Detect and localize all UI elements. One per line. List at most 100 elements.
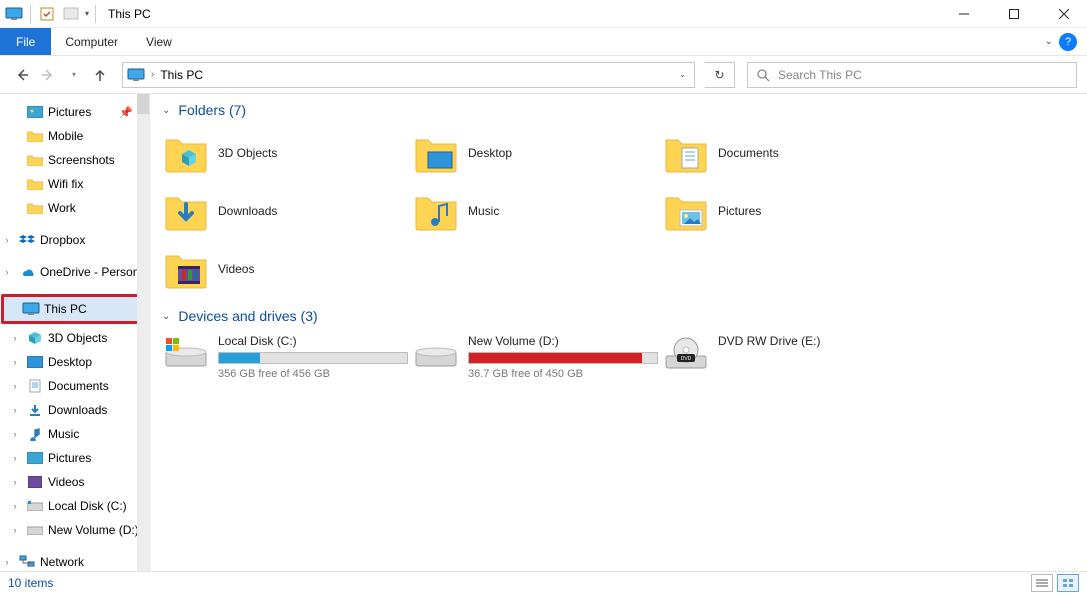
up-button[interactable]	[88, 63, 112, 87]
search-box[interactable]: Search This PC	[747, 62, 1077, 88]
folder-documents[interactable]: Documents	[658, 124, 908, 182]
dropbox-icon	[18, 232, 36, 248]
expand-icon[interactable]: ›	[0, 235, 14, 245]
folder-icon	[26, 176, 44, 192]
folder-label: Videos	[218, 262, 254, 276]
address-bar[interactable]: › This PC ⌄	[122, 62, 695, 88]
documents-icon	[664, 132, 708, 174]
expand-icon[interactable]: ›	[0, 557, 14, 567]
file-tab[interactable]: File	[0, 28, 51, 55]
folder-label: Documents	[718, 146, 779, 160]
maximize-button[interactable]	[991, 0, 1037, 28]
tree-item-3d-objects[interactable]: › 3D Objects	[0, 326, 149, 350]
folder-icon	[26, 128, 44, 144]
large-icons-view-button[interactable]	[1057, 574, 1079, 592]
breadcrumb-location[interactable]: This PC	[160, 68, 203, 82]
downloads-icon	[164, 190, 208, 232]
desktop-icon	[414, 132, 458, 174]
address-dropdown-icon[interactable]: ⌄	[679, 70, 686, 79]
tree-item-label: Pictures	[48, 105, 91, 119]
tree-item-videos[interactable]: ›Videos	[0, 470, 149, 494]
drive-usage-fill	[469, 353, 642, 363]
tree-item-label: Documents	[48, 379, 109, 393]
tree-item-pictures[interactable]: Pictures 📌	[0, 100, 149, 124]
folders-group-header[interactable]: ⌄ Folders (7)	[162, 102, 1087, 118]
tree-item-pictures-pc[interactable]: ›Pictures	[0, 446, 149, 470]
collapse-ribbon-icon[interactable]: ⌄	[1045, 36, 1053, 47]
tree-item-new-volume-d[interactable]: ›New Volume (D:)	[0, 518, 149, 542]
drive-usage-bar	[218, 352, 408, 364]
recent-locations-button[interactable]: ▾	[62, 63, 86, 87]
expand-icon[interactable]: ›	[8, 429, 22, 439]
this-pc-icon	[4, 4, 24, 24]
tree-item-documents[interactable]: › Documents	[0, 374, 149, 398]
tree-item-music[interactable]: ›Music	[0, 422, 149, 446]
drives-group-header[interactable]: ⌄ Devices and drives (3)	[162, 308, 1087, 324]
drive-dvd-e[interactable]: DVD DVD RW Drive (E:)	[658, 330, 908, 390]
tree-item-downloads[interactable]: ›Downloads	[0, 398, 149, 422]
folder-videos[interactable]: Videos	[158, 240, 408, 298]
tree-scrollbar[interactable]	[137, 94, 149, 571]
back-button[interactable]	[10, 63, 34, 87]
folder-label: Downloads	[218, 204, 277, 218]
qat-chevron-icon[interactable]: ▾	[85, 9, 89, 18]
breadcrumb-chevron-icon[interactable]: ›	[151, 69, 154, 80]
tree-item-dropbox[interactable]: › Dropbox	[0, 228, 149, 252]
network-icon	[18, 554, 36, 570]
separator	[95, 5, 96, 23]
annotation-highlight: This PC	[1, 294, 148, 324]
drive-new-volume-d[interactable]: New Volume (D:) 36.7 GB free of 450 GB	[408, 330, 658, 390]
refresh-button[interactable]: ↻	[705, 62, 735, 88]
expand-icon[interactable]: ›	[8, 381, 22, 391]
folder-3d-objects[interactable]: 3D Objects	[158, 124, 408, 182]
tree-item-screenshots[interactable]: Screenshots	[0, 148, 149, 172]
minimize-button[interactable]	[941, 0, 987, 28]
folder-music[interactable]: Music	[408, 182, 658, 240]
tree-item-label: 3D Objects	[48, 331, 107, 345]
ribbon-tab-computer[interactable]: Computer	[51, 28, 132, 55]
expand-icon[interactable]: ›	[8, 405, 22, 415]
details-view-button[interactable]	[1031, 574, 1053, 592]
tree-item-local-disk-c[interactable]: ›Local Disk (C:)	[0, 494, 149, 518]
close-button[interactable]	[1041, 0, 1087, 28]
tree-item-mobile[interactable]: Mobile	[0, 124, 149, 148]
expand-icon[interactable]: ›	[8, 333, 22, 343]
tree-item-this-pc[interactable]: This PC	[4, 297, 145, 321]
tree-item-work[interactable]: Work	[0, 196, 149, 220]
expand-icon[interactable]: ›	[8, 453, 22, 463]
forward-button[interactable]	[36, 63, 60, 87]
folder-pictures[interactable]: Pictures	[658, 182, 908, 240]
drive-local-c[interactable]: Local Disk (C:) 356 GB free of 456 GB	[158, 330, 408, 390]
tree-item-label: This PC	[44, 302, 87, 316]
tree-item-label: Network	[40, 555, 84, 569]
help-button[interactable]: ?	[1059, 33, 1077, 51]
navigation-tree: Pictures 📌 Mobile Screenshots Wifi fix	[0, 94, 150, 571]
expand-icon[interactable]: ›	[8, 477, 22, 487]
new-folder-icon[interactable]	[61, 4, 81, 24]
expand-icon[interactable]: ›	[0, 267, 14, 277]
nav-bar: ▾ › This PC ⌄ ↻ Search This PC	[0, 56, 1087, 94]
tree-item-onedrive[interactable]: › OneDrive - Personal	[0, 260, 149, 284]
collapse-icon[interactable]: ⌄	[162, 105, 170, 116]
search-placeholder: Search This PC	[778, 68, 862, 82]
drive-icon	[414, 334, 458, 374]
properties-icon[interactable]	[37, 4, 57, 24]
expand-icon[interactable]: ›	[8, 501, 22, 511]
folder-desktop[interactable]: Desktop	[408, 124, 658, 182]
tree-item-desktop[interactable]: ›Desktop	[0, 350, 149, 374]
scrollbar-track[interactable]	[137, 114, 149, 571]
tree-item-network[interactable]: › Network	[0, 550, 149, 571]
collapse-icon[interactable]: ⌄	[162, 311, 170, 322]
music-icon	[26, 426, 44, 442]
group-heading: Folders (7)	[178, 102, 246, 118]
expand-icon[interactable]: ›	[8, 357, 22, 367]
videos-icon	[164, 248, 208, 290]
svg-text:DVD: DVD	[681, 356, 692, 362]
ribbon-tab-view[interactable]: View	[132, 28, 186, 55]
status-bar: 10 items	[0, 571, 1087, 593]
expand-icon[interactable]: ›	[8, 525, 22, 535]
tree-item-wifi-fix[interactable]: Wifi fix	[0, 172, 149, 196]
drive-label: DVD RW Drive (E:)	[718, 334, 902, 348]
scroll-up-button[interactable]	[137, 94, 149, 114]
folder-downloads[interactable]: Downloads	[158, 182, 408, 240]
